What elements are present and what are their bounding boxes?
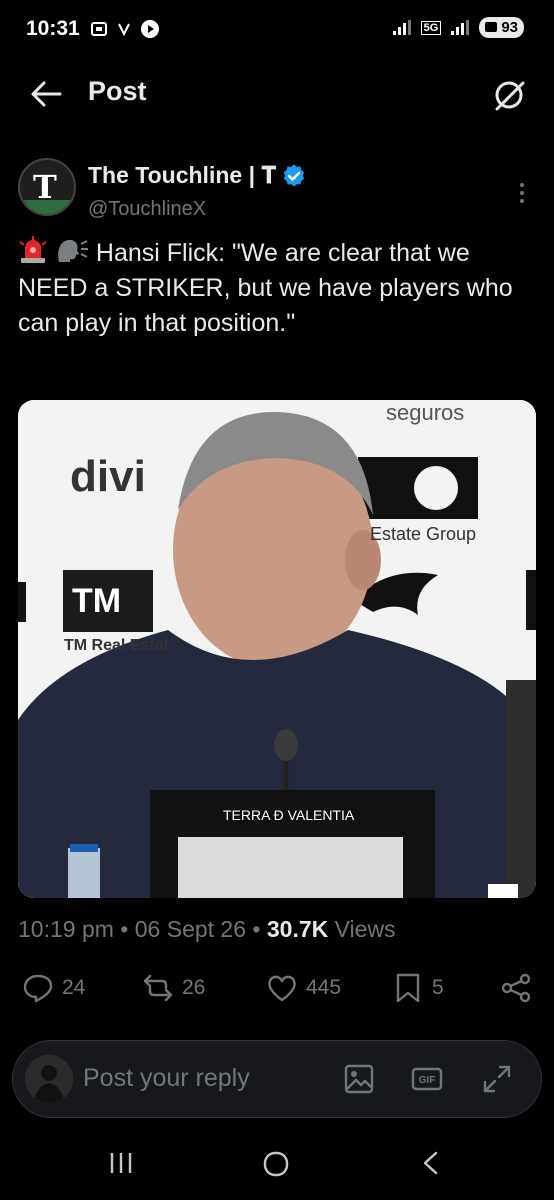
share-button[interactable] [500,972,532,1004]
views-count[interactable]: 30.7K [267,916,328,942]
share-icon [501,973,531,1003]
play-icon [141,20,159,38]
status-time: 10:31 [26,17,80,40]
author-avatar[interactable]: T [18,158,76,216]
meta-separator: • [120,916,135,942]
user-avatar-image [25,1055,73,1103]
post-body: Hansi Flick: "We are clear that we NEED … [18,236,538,341]
views-label: Views [334,916,396,942]
bookmark-button[interactable]: 5 [392,972,444,1004]
media-podium-text: TERRA Ð VALENTIA [223,807,355,823]
avatar-stripe [20,200,74,214]
expand-icon[interactable] [481,1063,513,1095]
signal-icon [392,19,411,35]
meta-separator-2: • [252,916,267,942]
media-sponsor-text-4: TM [72,582,122,620]
siren-emoji-icon [19,236,47,263]
post-time: 10:19 pm [18,916,114,942]
grok-icon[interactable] [492,78,526,112]
back-arrow-icon[interactable] [30,80,62,108]
signal-icon-2 [451,19,470,35]
speaking-head-emoji-icon [58,239,88,262]
recent-apps-icon[interactable] [108,1150,134,1176]
svg-text:GIF: GIF [419,1075,436,1086]
post-media-image[interactable]: seguros divi Estate Group TM TM Real Est… [18,400,536,898]
page-title: Post [88,76,147,106]
author-handle[interactable]: @TouchlineX [88,198,206,221]
post-date: 06 Sept 26 [134,916,247,942]
reply-count: 24 [62,976,86,999]
more-options-icon[interactable] [518,182,526,204]
post-text: Hansi Flick: "We are clear that we NEED … [18,239,513,337]
reply-composer[interactable]: Post your reply GIF [12,1040,542,1118]
media-sponsor-text-3: Estate Group [370,524,477,544]
top-navigation: Post [0,62,554,124]
reply-button[interactable]: 24 [22,972,85,1004]
post-action-bar: 24 26 445 5 [0,972,554,1012]
screenshot-icon [91,22,107,36]
post-meta: 10:19 pm • 06 Sept 26 • 30.7K Views [18,916,396,943]
reply-input-placeholder[interactable]: Post your reply [83,1064,250,1093]
heart-icon [268,975,296,1002]
media-sponsor-text-1: seguros [386,400,465,425]
vpn-icon [118,23,130,36]
system-back-icon[interactable] [420,1150,442,1176]
home-icon[interactable] [262,1150,290,1178]
like-count: 445 [306,976,342,999]
media-sponsor-text-5: TM Real Estat [64,637,169,654]
image-icon[interactable] [343,1063,375,1095]
battery-indicator: 93 [479,17,524,38]
author-display-name[interactable]: The Touchline | 𝐓 [88,162,276,189]
like-button[interactable]: 445 [266,972,341,1004]
media-sponsor-text-2: divi [70,452,146,501]
status-bar: 10:31 5G 93 [0,0,554,62]
repost-button[interactable]: 26 [142,972,205,1004]
reply-icon [23,974,53,1003]
user-avatar [25,1055,73,1103]
bookmark-count: 5 [432,976,444,999]
repost-count: 26 [182,976,206,999]
status-left-icons [90,19,160,39]
post-author: T The Touchline | 𝐓 @TouchlineX [18,158,538,224]
repost-icon [143,974,173,1002]
author-name-row: The Touchline | 𝐓 [88,162,306,189]
status-right-icons: 5G 93 [391,17,524,38]
network-type-label: 5G [420,20,442,35]
system-navigation-bar [0,1130,554,1200]
bookmark-icon [396,973,420,1003]
gif-icon[interactable]: GIF [411,1063,443,1095]
verified-badge-icon [284,163,305,187]
